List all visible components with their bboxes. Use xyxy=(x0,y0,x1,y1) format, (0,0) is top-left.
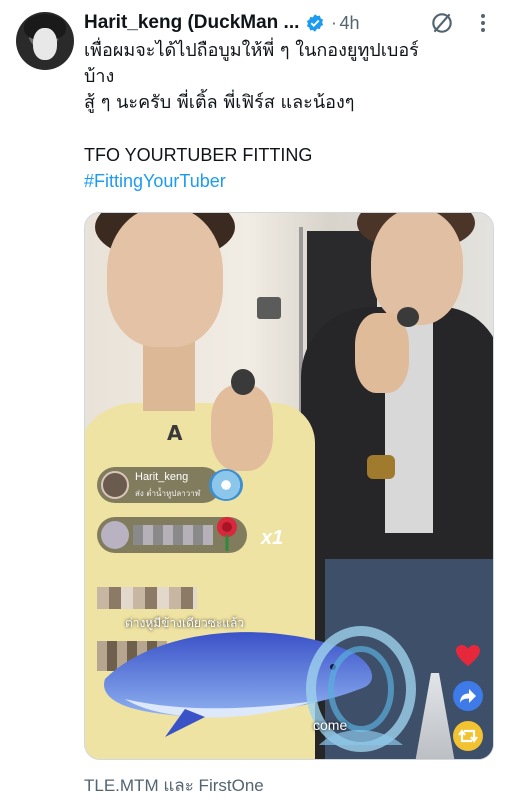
separator-dot: · xyxy=(331,13,337,33)
avatar-face xyxy=(33,28,57,60)
person-right-watch xyxy=(367,455,395,479)
retweet-button[interactable] xyxy=(453,721,483,751)
heart-button[interactable] xyxy=(453,641,483,671)
person-right-face xyxy=(371,213,463,325)
tweet-timestamp[interactable]: 4h xyxy=(339,13,359,34)
blurred-username xyxy=(133,525,213,545)
tweet-body: เพื่อผมจะได้ไปถือบูมให้พี่ ๆ ในกองยูทูปเ… xyxy=(84,38,495,194)
live-gift-notification: Harit_keng ส่ง ต่ำน้ำหูปลาวาฬ xyxy=(97,467,221,503)
live-user-subtext: ส่ง ต่ำน้ำหูปลาวาฬ xyxy=(135,489,201,498)
author-name[interactable]: Harit_keng (DuckMan ... xyxy=(84,12,299,34)
more-icon[interactable] xyxy=(473,12,493,34)
water-splash-animation xyxy=(306,626,416,752)
person-left-mic xyxy=(231,369,255,395)
rose-gift-icon xyxy=(217,517,237,551)
heart-icon xyxy=(456,645,480,666)
tweet-title-line: TFO YOURTUBER FITTING xyxy=(84,145,313,165)
grok-icon[interactable] xyxy=(429,10,455,36)
person-left-face xyxy=(107,213,223,347)
tweet-line-1: เพื่อผมจะได้ไปถือบูมให้พี่ ๆ ในกองยูทูปเ… xyxy=(84,40,419,61)
person-left-neck xyxy=(143,341,195,411)
tweet-header: Harit_keng (DuckMan ... · 4h xyxy=(84,10,495,36)
blurred-avatar xyxy=(101,521,129,549)
blurred-commenter xyxy=(97,587,197,609)
studio-lamp xyxy=(257,297,281,319)
live-user-name: Harit_keng xyxy=(135,471,189,483)
splash-gift-icon xyxy=(209,469,243,501)
share-button[interactable] xyxy=(453,681,483,711)
media-tagged-users[interactable]: TLE.MTM และ FirstOne xyxy=(84,772,264,799)
hashtag-link[interactable]: #FittingYourTuber xyxy=(84,168,495,194)
retweet-icon xyxy=(458,729,478,743)
tweet-line-2: บ้าง xyxy=(84,66,115,87)
live-comment-overlay: come xyxy=(313,717,348,733)
share-icon xyxy=(460,689,476,703)
tweet-media-image[interactable]: A Harit_keng ส่ง ต่ำน้ำหูปลาวาฬ x1 ต่างห… xyxy=(84,212,494,760)
shirt-print: A xyxy=(167,421,185,445)
author-avatar[interactable] xyxy=(16,12,74,70)
gift-multiplier: x1 xyxy=(261,527,284,549)
person-left-hand xyxy=(211,385,273,471)
person-right-mic xyxy=(397,307,419,327)
live-user-avatar xyxy=(101,471,129,499)
tweet-line-3: สู้ ๆ นะครับ พี่เติ้ล พี่เฟิร์ส และน้องๆ xyxy=(84,92,355,113)
verified-badge-icon xyxy=(307,14,324,32)
